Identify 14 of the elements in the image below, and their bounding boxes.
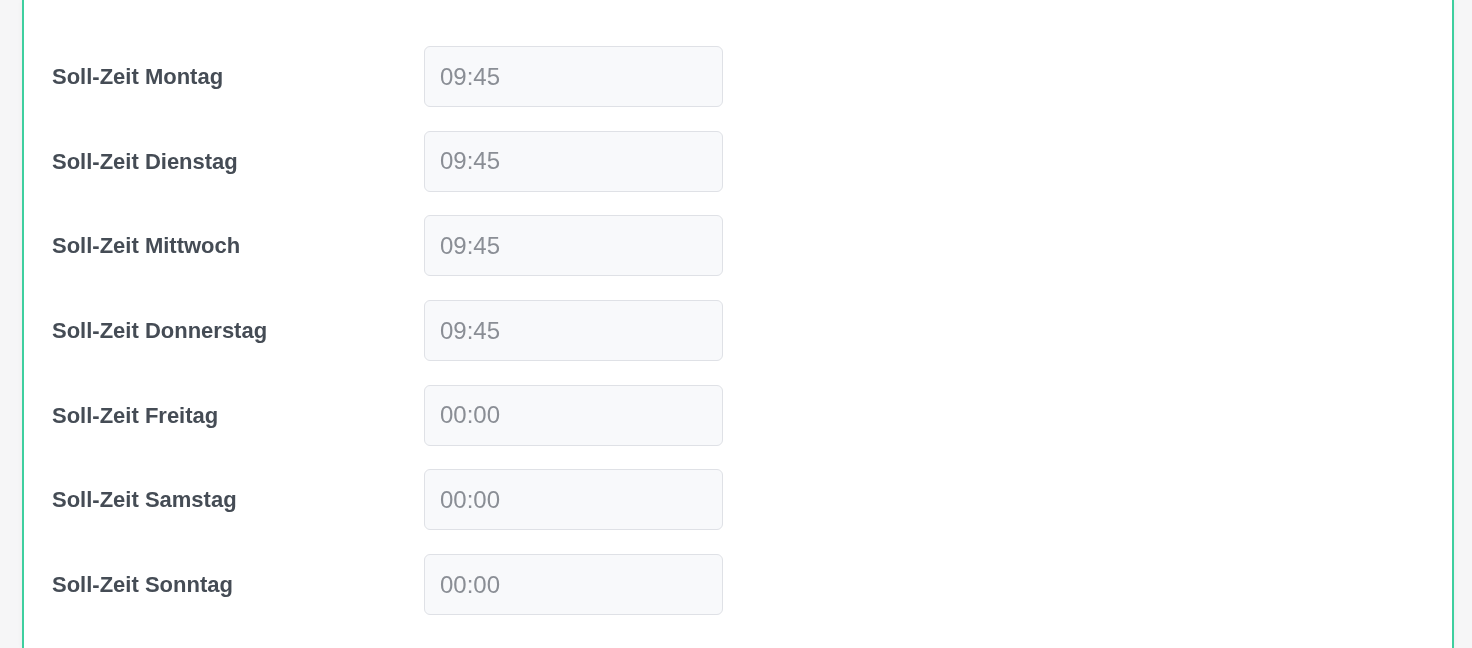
field-label: Soll-Zeit Mittwoch — [52, 232, 242, 261]
field-label: Soll-Zeit Dienstag — [52, 147, 239, 176]
field-label: Soll-Zeit Montag — [52, 63, 225, 91]
time-input-field[interactable]: 09:45 — [424, 130, 723, 192]
time-input-field[interactable]: 00:00 — [424, 384, 723, 446]
field-label: Soll-Zeit Donnerstag — [52, 317, 269, 346]
field-label: Soll-Zeit Samstag — [52, 486, 238, 515]
time-input-field[interactable]: 09:45 — [424, 46, 723, 107]
field-label: Soll-Zeit Sonntag — [52, 571, 234, 600]
time-input-field[interactable]: 09:45 — [424, 215, 723, 277]
field-label: Soll-Zeit Freitag — [52, 401, 220, 430]
time-input-field[interactable]: 09:45 — [424, 300, 723, 362]
time-input-field[interactable]: 00:00 — [424, 554, 723, 616]
time-input-field[interactable]: 00:00 — [424, 469, 723, 531]
